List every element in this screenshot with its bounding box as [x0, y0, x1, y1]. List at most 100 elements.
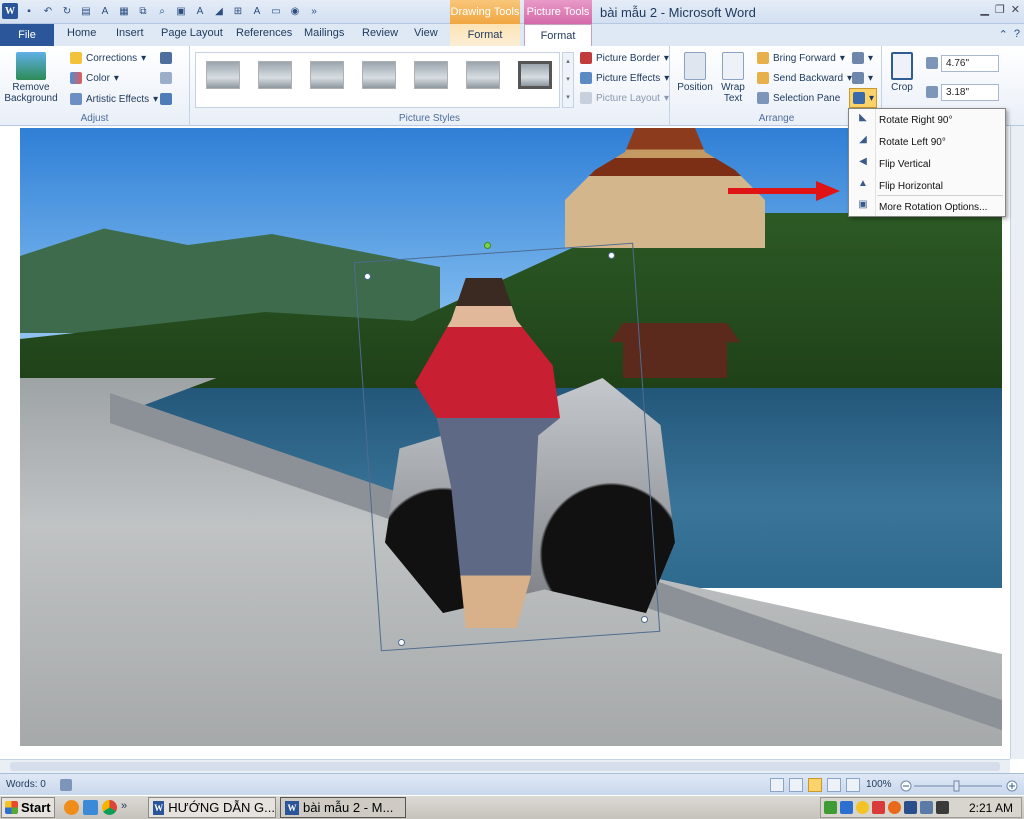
align-button[interactable]: ▾	[852, 52, 873, 64]
tab-mailings[interactable]: Mailings	[304, 27, 344, 39]
picture-style-thumb[interactable]	[414, 61, 448, 89]
bring-forward-button[interactable]: Bring Forward ▾	[757, 52, 845, 64]
tray-app-icon[interactable]	[856, 801, 869, 814]
picture-style-thumb[interactable]	[206, 61, 240, 89]
tray-app-icon[interactable]	[840, 801, 853, 814]
selection-pane-button[interactable]: Selection Pane	[757, 92, 840, 104]
redo-icon[interactable]: ↻	[59, 3, 75, 19]
tab-review[interactable]: Review	[362, 27, 398, 39]
proofing-icon[interactable]	[60, 779, 72, 791]
menu-item-flip-horizontal[interactable]: ▲ Flip Horizontal	[849, 175, 1005, 197]
picture-effects-button[interactable]: Picture Effects ▾	[580, 72, 669, 84]
resize-handle[interactable]	[641, 616, 648, 623]
color-button[interactable]: Color ▾	[70, 72, 119, 84]
folder-icon[interactable]: ▭	[268, 3, 284, 19]
globe-icon[interactable]: ◉	[287, 3, 303, 19]
send-backward-button[interactable]: Send Backward ▾	[757, 72, 852, 84]
outline-view-icon[interactable]	[827, 778, 841, 792]
taskbar-item-bai-mau-2[interactable]: W bài mẫu 2 - M...	[280, 797, 406, 818]
network-icon[interactable]	[83, 800, 98, 815]
web-layout-view-icon[interactable]	[808, 778, 822, 792]
minimize-ribbon-icon[interactable]: ⌃	[999, 28, 1008, 41]
menu-item-rotate-left[interactable]: ◢ Rotate Left 90°	[849, 131, 1005, 153]
tray-app-icon[interactable]	[824, 801, 837, 814]
word-app-icon[interactable]: W	[2, 3, 18, 19]
zoom-level[interactable]: 100%	[866, 779, 892, 790]
resize-handle[interactable]	[398, 639, 405, 646]
picture-style-thumb[interactable]	[310, 61, 344, 89]
rotate-button[interactable]: ▾	[849, 88, 877, 108]
tab-view[interactable]: View	[414, 27, 438, 39]
tab-references[interactable]: References	[236, 27, 292, 39]
word-count[interactable]: Words: 0	[6, 779, 46, 790]
tab-file[interactable]: File	[0, 24, 54, 46]
menu-item-more-rotation-options[interactable]: ▣ More Rotation Options...	[849, 196, 1005, 218]
tab-home[interactable]: Home	[67, 27, 96, 39]
picture-style-thumb[interactable]	[258, 61, 292, 89]
draft-view-icon[interactable]	[846, 778, 860, 792]
find-icon[interactable]: ⌕	[154, 3, 170, 19]
resize-handle[interactable]	[364, 273, 371, 280]
picture-border-button[interactable]: Picture Border ▾	[580, 52, 669, 64]
crop-button[interactable]: Crop	[886, 52, 918, 93]
picture-selection-box[interactable]	[353, 242, 661, 652]
font-color-icon[interactable]: A	[97, 3, 113, 19]
align-icon[interactable]: ⊞	[230, 3, 246, 19]
wrap-text-button[interactable]: Wrap Text	[716, 52, 750, 104]
start-button[interactable]: Start	[1, 797, 55, 818]
print-layout-view-icon[interactable]	[770, 778, 784, 792]
gallery-scroll[interactable]: ▴ ▾ ▾	[562, 52, 574, 108]
tray-app-icon[interactable]	[888, 801, 901, 814]
more-commands-icon[interactable]: »	[306, 3, 322, 19]
menu-item-flip-vertical[interactable]: ◀ Flip Vertical	[849, 153, 1005, 175]
chrome-icon[interactable]	[102, 800, 117, 815]
firefox-icon[interactable]	[64, 800, 79, 815]
rotation-handle[interactable]	[484, 242, 491, 249]
undo-icon[interactable]: ↶	[40, 3, 56, 19]
tab-format-picture[interactable]: Format	[524, 24, 592, 46]
corrections-button[interactable]: Corrections ▾	[70, 52, 146, 64]
picture-style-thumb[interactable]	[362, 61, 396, 89]
reset-picture-button[interactable]	[160, 93, 172, 105]
zoom-slider[interactable]	[900, 779, 1020, 793]
picture-layout-button[interactable]: Picture Layout ▾	[580, 92, 669, 104]
compress-pictures-button[interactable]	[160, 52, 172, 64]
tray-app-icon[interactable]	[904, 801, 917, 814]
more-icon[interactable]: »	[121, 800, 127, 815]
position-button[interactable]: Position	[676, 52, 714, 93]
tab-insert[interactable]: Insert	[116, 27, 144, 39]
artistic-effects-button[interactable]: Artistic Effects ▾	[70, 93, 158, 105]
tray-app-icon[interactable]	[920, 801, 933, 814]
highlight-icon[interactable]: A	[249, 3, 265, 19]
help-icon[interactable]: ?	[1014, 28, 1020, 41]
picture-style-thumb-selected[interactable]	[518, 61, 552, 89]
save-icon[interactable]: ▪	[21, 3, 37, 19]
shape-icon[interactable]: ◢	[211, 3, 227, 19]
remove-background-button[interactable]: Remove Background	[4, 52, 58, 104]
insert-picture-icon[interactable]: ▦	[116, 3, 132, 19]
text-effect-icon[interactable]: A	[192, 3, 208, 19]
shape-width-input[interactable]: 3.18"	[941, 84, 999, 101]
minimize-icon[interactable]: ▁	[980, 3, 988, 16]
vertical-scrollbar[interactable]	[1010, 126, 1024, 759]
group-button[interactable]: ▾	[852, 72, 873, 84]
taskbar-item-huong-dan[interactable]: W HƯỚNG DẪN G...	[148, 797, 276, 818]
shape-height-input[interactable]: 4.76"	[941, 55, 999, 72]
copy-icon[interactable]: ⧉	[135, 3, 151, 19]
volume-icon[interactable]	[936, 801, 949, 814]
close-icon[interactable]: ✕	[1011, 3, 1020, 16]
full-screen-view-icon[interactable]	[789, 778, 803, 792]
picture-style-thumb[interactable]	[466, 61, 500, 89]
restore-icon[interactable]: ❐	[995, 3, 1005, 16]
tab-format-drawing[interactable]: Format	[450, 24, 520, 46]
open-icon[interactable]: ▤	[78, 3, 94, 19]
clock[interactable]: 2:21 AM	[969, 801, 1013, 815]
horizontal-scrollbar[interactable]	[0, 759, 1010, 773]
table-icon[interactable]: ▣	[173, 3, 189, 19]
resize-handle[interactable]	[608, 252, 615, 259]
tray-app-icon[interactable]	[872, 801, 885, 814]
menu-item-rotate-right[interactable]: ◣ Rotate Right 90°	[849, 109, 1005, 131]
change-picture-button[interactable]	[160, 72, 172, 84]
tab-page-layout[interactable]: Page Layout	[161, 27, 223, 39]
horizontal-scroll-thumb[interactable]	[10, 762, 1000, 771]
